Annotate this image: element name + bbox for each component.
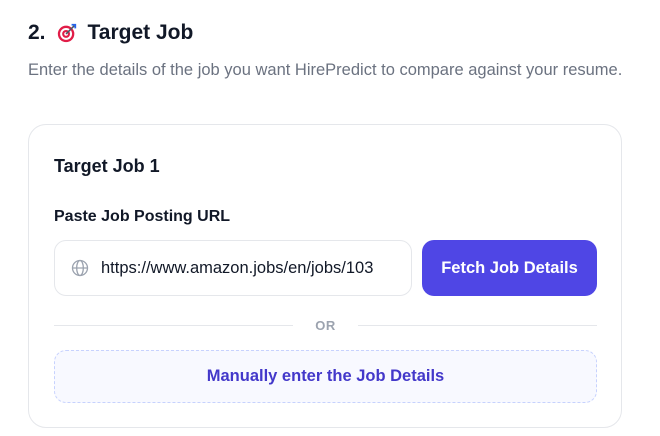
section-number: 2. — [28, 21, 46, 44]
job-url-input[interactable]: https://www.amazon.jobs/en/jobs/103 — [54, 240, 412, 296]
manual-entry-button[interactable]: Manually enter the Job Details — [54, 350, 597, 403]
card-title: Target Job 1 — [54, 156, 160, 176]
divider-label: OR — [315, 317, 336, 333]
fetch-job-details-button[interactable]: Fetch Job Details — [422, 240, 597, 296]
divider-line-left — [54, 324, 294, 326]
globe-icon — [71, 259, 89, 277]
section-title: Target Job — [87, 21, 194, 44]
job-url-value[interactable]: https://www.amazon.jobs/en/jobs/103 — [101, 259, 373, 278]
target-icon — [57, 23, 76, 43]
job-url-label: Paste Job Posting URL — [54, 208, 231, 225]
target-job-card: Target Job 1 Paste Job Posting URL https… — [28, 124, 622, 428]
or-divider: OR — [54, 317, 597, 333]
section-heading: 2. Target Job — [28, 18, 193, 48]
divider-line-right — [357, 324, 597, 326]
section-subtitle: Enter the details of the job you want Hi… — [28, 61, 623, 79]
